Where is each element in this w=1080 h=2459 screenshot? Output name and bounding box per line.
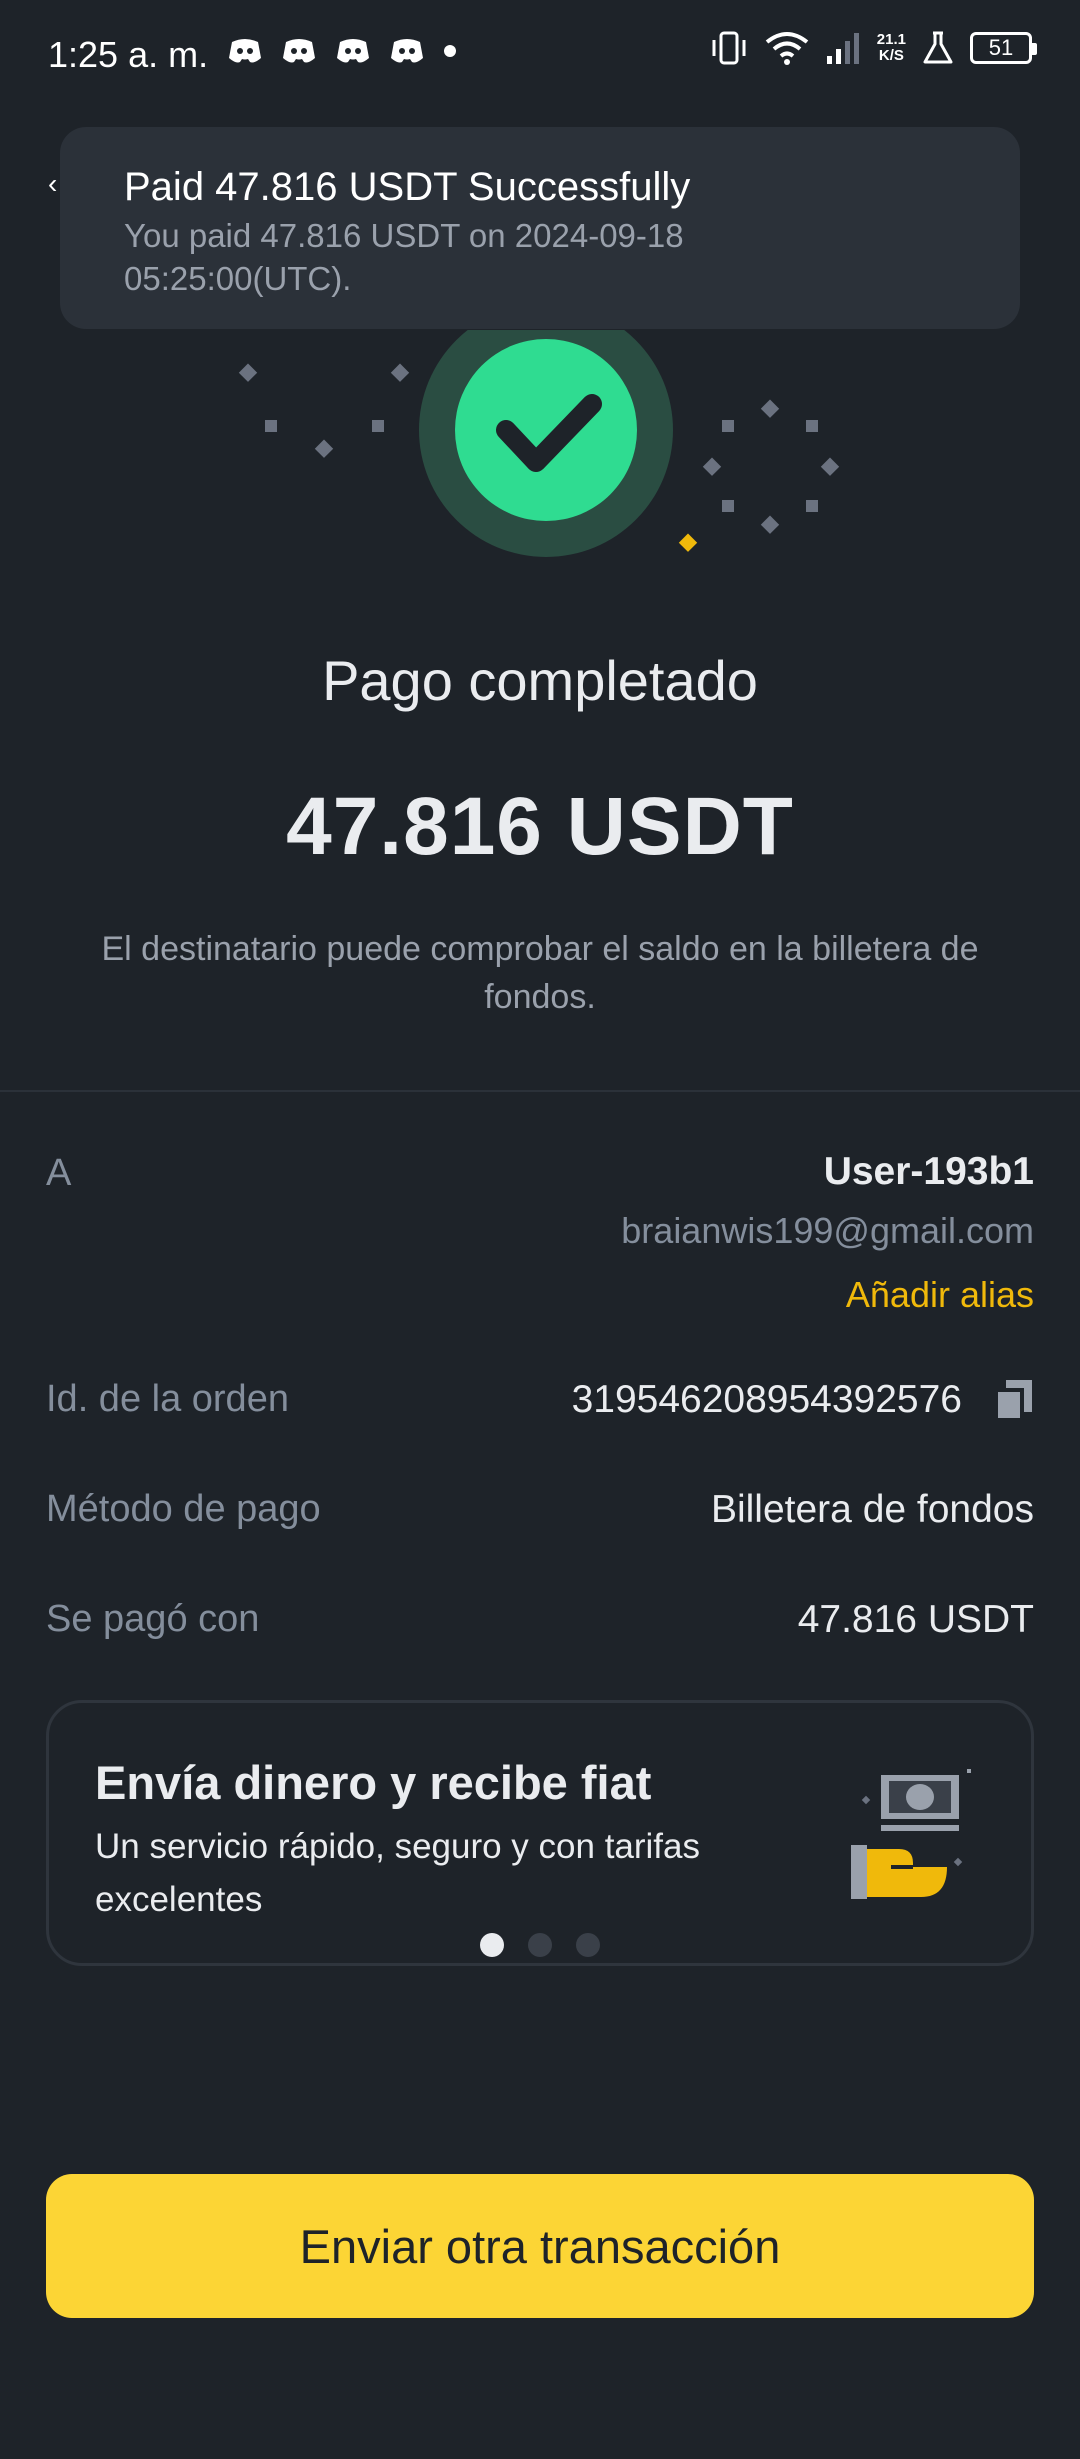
carousel-dot[interactable] [528,1933,552,1957]
success-check-icon [238,330,840,557]
discord-icon [391,39,423,63]
discord-icon [229,39,261,63]
back-arrow-icon[interactable]: ‹ [48,168,58,199]
payment-toast: Paid 47.816 USDT Successfully You paid 4… [60,127,1020,329]
toast-message: You paid 47.816 USDT on 2024-09-18 05:25… [124,217,684,297]
carousel-indicator [49,1933,1031,1957]
payment-method-value: Billetera de fondos [710,1488,1034,1531]
copy-icon[interactable] [994,1378,1034,1422]
system-icons: 21.1 K/S 51 [709,30,1037,66]
success-illustration [0,330,1080,590]
carousel-dot[interactable] [576,1933,600,1957]
network-speed-unit: K/S [878,47,904,64]
recipient-name: User-193b1 [823,1150,1034,1193]
send-another-transaction-button[interactable]: Enviar otra transacción [46,2174,1034,2318]
signal-icon [826,33,859,64]
result-note: El destinatario puede comprobar el saldo… [101,930,979,1016]
status-bar: 1:25 a. m. 21.1 K/S 51 [0,0,1080,110]
promo-title: Envía dinero y recibe fiat [95,1756,652,1809]
promo-subtitle: Un servicio rápido, seguro y con tarifas… [95,1827,700,1919]
payment-method-label: Método de pago [46,1488,321,1530]
vibrate-icon [712,31,746,65]
carousel-dot[interactable] [480,1933,504,1957]
payment-success-screen: 1:25 a. m. 21.1 K/S 51 ‹ Paid 47.816 USD… [0,0,1080,2459]
order-id-value: 319546208954392576 [571,1378,962,1421]
recipient-email: braianwis199@gmail.com [621,1210,1034,1251]
paid-with-label: Se pagó con [46,1598,260,1640]
discord-icon [337,39,369,63]
flask-icon [923,31,953,64]
money-hand-icon [851,1769,971,1899]
recipient-label: A [46,1152,72,1194]
discord-icon [283,39,315,63]
status-time: 1:25 a. m. [48,34,209,75]
more-notifications-dot-icon [444,45,456,57]
network-speed-value: 21.1 [876,31,906,48]
add-alias-link[interactable]: Añadir alias [846,1274,1034,1316]
paid-with-value: 47.816 USDT [797,1598,1034,1641]
section-divider [0,1090,1080,1092]
promo-card[interactable]: Envía dinero y recibe fiat Un servicio r… [46,1700,1034,1966]
page-title: Pago completado [322,649,758,712]
toast-title: Paid 47.816 USDT Successfully [124,165,691,209]
battery-level: 51 [988,35,1014,60]
battery-icon: 51 [970,32,1037,64]
payment-amount: 47.816 USDT [286,781,794,872]
notification-icons [228,36,456,66]
network-speed: 21.1 K/S [877,32,906,64]
wifi-icon [765,32,809,65]
order-id-label: Id. de la orden [46,1378,289,1420]
